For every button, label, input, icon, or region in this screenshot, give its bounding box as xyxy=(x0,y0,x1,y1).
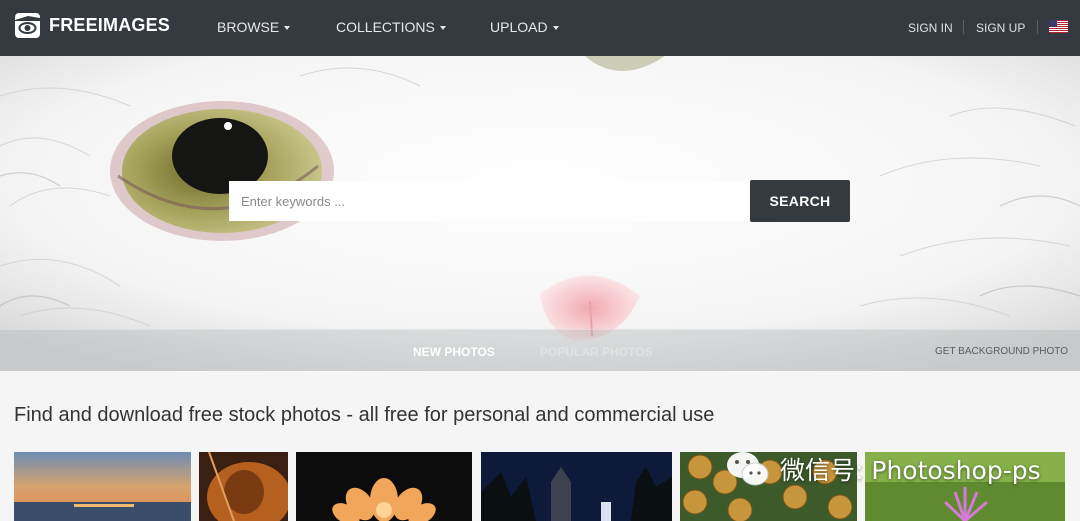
logo-text: FREEIMAGES xyxy=(49,15,171,35)
site-logo[interactable]: FREEIMAGES xyxy=(14,12,170,39)
us-flag-icon[interactable] xyxy=(1049,20,1068,33)
get-background-photo-link[interactable]: GET BACKGROUND PHOTO xyxy=(935,346,1068,357)
tab-popular-photos[interactable]: POPULAR PHOTOS xyxy=(540,345,652,359)
sign-up-link[interactable]: SIGN UP xyxy=(976,21,1025,35)
nav-divider xyxy=(1037,20,1038,34)
menu-collections-label: COLLECTIONS xyxy=(336,19,435,35)
photo-thumbnail-sunset[interactable] xyxy=(14,452,191,521)
photo-thumbnail-night-church[interactable] xyxy=(481,452,672,521)
caret-down-icon xyxy=(439,26,446,30)
search-button[interactable]: SEARCH xyxy=(750,180,850,222)
menu-collections[interactable]: COLLECTIONS xyxy=(336,19,446,35)
page-headline: Find and download free stock photos - al… xyxy=(14,404,715,426)
caret-down-icon xyxy=(552,26,559,30)
watermark-text: 微信号: Photoshop-ps xyxy=(780,456,1041,485)
nav-divider xyxy=(963,20,964,34)
search-input[interactable] xyxy=(229,181,749,221)
photo-thumbnail-flower[interactable] xyxy=(296,452,472,521)
photo-tabs-bar: NEW PHOTOS POPULAR PHOTOS GET BACKGROUND… xyxy=(0,329,1080,371)
menu-upload-label: UPLOAD xyxy=(490,19,548,35)
hero-section: SEARCH NEW PHOTOS POPULAR PHOTOS GET BAC… xyxy=(0,56,1080,371)
menu-upload[interactable]: UPLOAD xyxy=(490,19,559,35)
top-navbar: FREEIMAGES BROWSE COLLECTIONS UPLOAD SIG… xyxy=(0,0,1080,56)
menu-browse[interactable]: BROWSE xyxy=(217,19,291,35)
caret-down-icon xyxy=(284,26,291,30)
wechat-watermark: 微信号: Photoshop-ps xyxy=(724,448,1041,490)
wechat-icon xyxy=(727,452,769,486)
menu-browse-label: BROWSE xyxy=(217,19,280,35)
photo-thumbnail-violin[interactable] xyxy=(199,452,288,521)
sign-in-link[interactable]: SIGN IN xyxy=(908,21,953,35)
camera-eye-icon xyxy=(15,13,40,38)
tab-new-photos[interactable]: NEW PHOTOS xyxy=(413,345,495,359)
